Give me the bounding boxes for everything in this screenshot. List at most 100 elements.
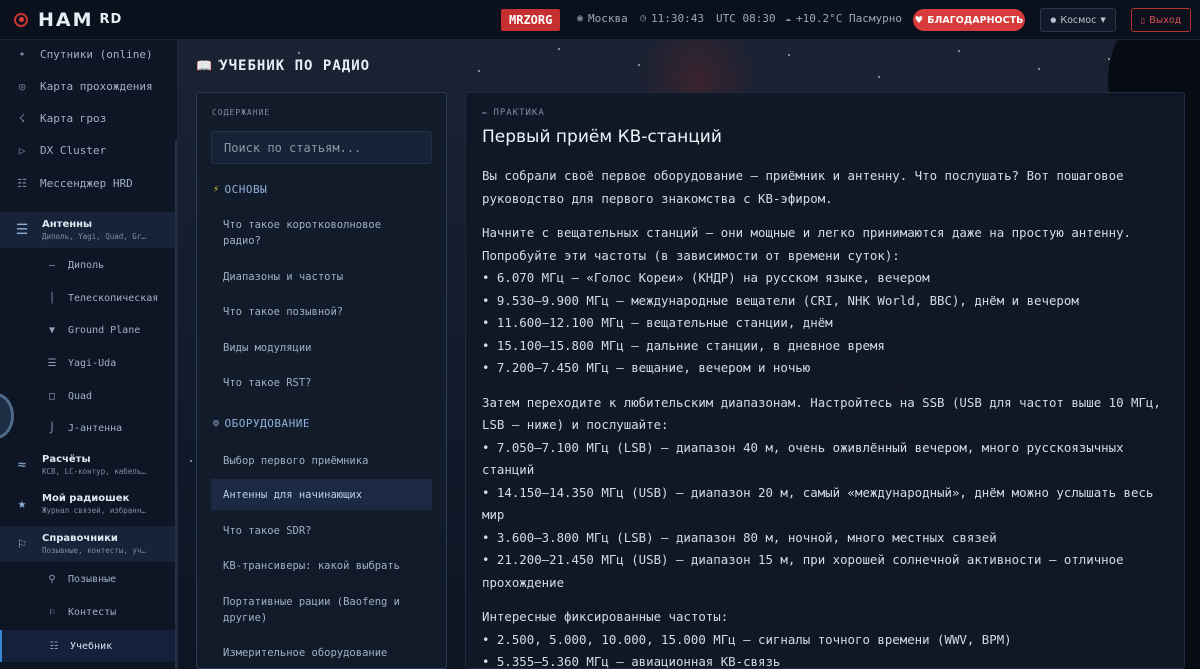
sidebar-subitem-label: Quad bbox=[68, 390, 93, 402]
sidebar-item-storm-map[interactable]: ☇ Карта гроз bbox=[0, 108, 176, 128]
article-category: ✏ ПРАКТИКА bbox=[482, 108, 545, 118]
sidebar-item-label: Карта прохождения bbox=[40, 79, 153, 93]
logo-icon bbox=[14, 12, 28, 27]
sidebar-subitem-telescopic[interactable]: │ Телескопическая bbox=[0, 284, 176, 312]
pencil-icon: ✏ bbox=[482, 108, 489, 118]
sidebar-subitem-j-antenna[interactable]: ⌡ J-антенна bbox=[0, 414, 176, 442]
toc-link[interactable]: Что такое RST? bbox=[211, 375, 432, 391]
toc-link[interactable]: Портативные рации (Baofeng и другие) bbox=[211, 594, 432, 626]
pin-icon: ⚲ bbox=[48, 573, 56, 585]
sidebar-subitem-label: Yagi-Uda bbox=[68, 357, 117, 369]
toc-link[interactable]: КВ-трансиверы: какой выбрать bbox=[211, 558, 432, 574]
article-list-item: • 7.200–7.450 МГц — вещание, вечером и н… bbox=[482, 360, 811, 375]
sidebar-subitem-label: Диполь bbox=[68, 259, 105, 271]
j-icon: ⌡ bbox=[48, 422, 56, 434]
sidebar-subitem-dipole[interactable]: — Диполь bbox=[0, 251, 176, 279]
logout-icon: ▯ bbox=[1140, 15, 1146, 25]
local-time-info: ◷ 11:30:43 bbox=[640, 12, 704, 25]
toc-link[interactable]: Измерительное оборудование bbox=[211, 645, 432, 661]
sidebar-item-propagation-map[interactable]: ◎ Карта прохождения bbox=[0, 76, 176, 96]
article-list-item: • 2.500, 5.000, 10.000, 15.000 МГц — сиг… bbox=[482, 631, 1012, 647]
article-body: Вы собрали своё первое оборудование — пр… bbox=[482, 165, 1172, 669]
sidebar-item-dx-cluster[interactable]: ▷ DX Cluster bbox=[0, 140, 176, 160]
theme-icon: ● bbox=[1050, 16, 1057, 24]
target-icon: ◎ bbox=[18, 79, 26, 93]
group-title: Мой радиошек bbox=[42, 493, 130, 504]
sidebar-subitem-yagi[interactable]: ☰ Yagi-Uda bbox=[0, 349, 176, 377]
toc-section-title: ОСНОВЫ bbox=[224, 183, 268, 196]
logo-text: HAM bbox=[38, 8, 94, 31]
group-title: Расчёты bbox=[42, 454, 91, 465]
sidebar-item-satellites[interactable]: • Спутники (online) bbox=[0, 44, 176, 64]
toc-link[interactable]: Выбор первого приёмника bbox=[211, 453, 432, 469]
theme-label: Космос bbox=[1060, 14, 1097, 26]
utc-time: UTC 08:30 bbox=[716, 12, 776, 25]
toc-link-active[interactable]: Антенны для начинающих bbox=[211, 479, 432, 510]
sidebar-item-messenger[interactable]: ☷ Мессенджер HRD bbox=[0, 173, 176, 193]
article-list-item: • 11.600–12.100 МГц — вещательные станци… bbox=[482, 315, 833, 330]
star bbox=[558, 48, 560, 50]
flag-icon: ⚐ bbox=[17, 536, 27, 552]
sidebar-subitem-textbook[interactable]: ☷ Учебник bbox=[0, 630, 176, 662]
article-paragraph: Затем переходите к любительским диапазон… bbox=[482, 392, 1172, 595]
article-text: Вы собрали своё первое оборудование — пр… bbox=[482, 168, 1124, 206]
group-subtitle: Позывные, контесты, уч… bbox=[42, 546, 146, 555]
star-icon: ★ bbox=[17, 496, 27, 512]
sidebar-group-references[interactable]: ⚐ Справочники Позывные, контесты, уч… bbox=[0, 526, 176, 562]
location-icon: ◉ bbox=[577, 13, 584, 24]
callsign-badge[interactable]: MRZORG bbox=[501, 9, 561, 31]
group-title: Антенны bbox=[42, 219, 93, 230]
toc-link[interactable]: Виды модуляции bbox=[211, 340, 432, 356]
city-label: Москва bbox=[588, 12, 628, 25]
weather-text: +10.2°C Пасмурно bbox=[796, 12, 902, 25]
article-text: Интересные фиксированные частоты: bbox=[482, 609, 729, 624]
article-list-item: • 6.070 МГц — «Голос Кореи» (КНДР) на ру… bbox=[482, 270, 930, 285]
thanks-button[interactable]: ♥ БЛАГОДАРНОСТЬ bbox=[913, 9, 1025, 31]
lightning-icon: ⚡ bbox=[213, 184, 220, 195]
toc-link[interactable]: Диапазоны и частоты bbox=[211, 269, 432, 285]
grid-icon: ☷ bbox=[17, 176, 27, 190]
sidebar-item-label: DX Cluster bbox=[40, 143, 107, 157]
article-list-item: • 3.600–3.800 МГц (LSB) — диапазон 80 м,… bbox=[482, 529, 997, 545]
group-subtitle: КСВ, LC-контур, кабель… bbox=[42, 467, 146, 476]
sidebar-subitem-callsigns[interactable]: ⚲ Позывные bbox=[0, 565, 176, 593]
star bbox=[478, 70, 480, 72]
group-subtitle: Диполь, Yagi, Quad, Gr… bbox=[42, 232, 146, 241]
toc-search-input[interactable] bbox=[211, 131, 432, 164]
toc-link[interactable]: Что такое позывной? bbox=[211, 304, 432, 320]
sidebar-group-myradio[interactable]: ★ Мой радиошек Журнал связей, избранн… bbox=[0, 486, 176, 522]
theme-select[interactable]: ● Космос ▼ bbox=[1040, 8, 1116, 32]
toc-section-equipment[interactable]: ⚙ ОБОРУДОВАНИЕ bbox=[213, 417, 310, 430]
toc-link[interactable]: Что такое коротковолновое радио? bbox=[211, 217, 432, 249]
logout-button[interactable]: ▯ Выход bbox=[1131, 8, 1191, 32]
sidebar-subitem-contests[interactable]: ⚐ Контесты bbox=[0, 598, 176, 626]
sidebar-item-label: Мессенджер HRD bbox=[40, 176, 133, 190]
logo[interactable]: HAM RD bbox=[14, 9, 122, 31]
local-time: 11:30:43 bbox=[651, 12, 705, 25]
chevron-down-icon: ▼ bbox=[1100, 16, 1106, 24]
sidebar-subitem-ground-plane[interactable]: ▼ Ground Plane bbox=[0, 316, 176, 344]
article-list-item: • 15.100–15.800 МГц — дальние станции, в… bbox=[482, 337, 885, 353]
sidebar-subitem-label: Ground Plane bbox=[68, 324, 141, 336]
sidebar-subitem-label: Позывные bbox=[68, 573, 117, 585]
logout-label: Выход bbox=[1149, 14, 1182, 26]
clock-icon: ◷ bbox=[640, 13, 647, 24]
article-list-item: • 14.150–14.350 МГц (USB) — диапазон 20 … bbox=[482, 484, 1154, 523]
lightning-icon: ☇ bbox=[18, 111, 26, 125]
satellite-icon: • bbox=[18, 47, 26, 61]
article-text: Начните с вещательных станций — они мощн… bbox=[482, 225, 1132, 263]
lines-icon: ☰ bbox=[47, 357, 57, 369]
sidebar-group-calcs[interactable]: ≈ Расчёты КСВ, LC-контур, кабель… bbox=[0, 447, 176, 483]
toc-link[interactable]: Что такое SDR? bbox=[211, 523, 432, 539]
article-list-item: • 5.355–5.360 МГц — авиационная КВ-связь bbox=[482, 654, 781, 669]
wave-icon: ≈ bbox=[17, 457, 27, 473]
toc-panel: СОДЕРЖАНИЕ ⚡ ОСНОВЫ Что такое коротковол… bbox=[196, 92, 447, 669]
star bbox=[878, 76, 880, 78]
toc-section-basics[interactable]: ⚡ ОСНОВЫ bbox=[213, 183, 267, 196]
sidebar-subitem-label: J-антенна bbox=[68, 422, 123, 434]
vertical-line-icon: │ bbox=[48, 292, 56, 304]
toc-heading: СОДЕРЖАНИЕ bbox=[212, 108, 271, 117]
page-title-text: УЧЕБНИК ПО РАДИО bbox=[219, 58, 371, 74]
sidebar-subitem-quad[interactable]: □ Quad bbox=[0, 382, 176, 410]
sidebar-group-antennas[interactable]: ☰ Антенны Диполь, Yagi, Quad, Gr… bbox=[0, 212, 176, 248]
